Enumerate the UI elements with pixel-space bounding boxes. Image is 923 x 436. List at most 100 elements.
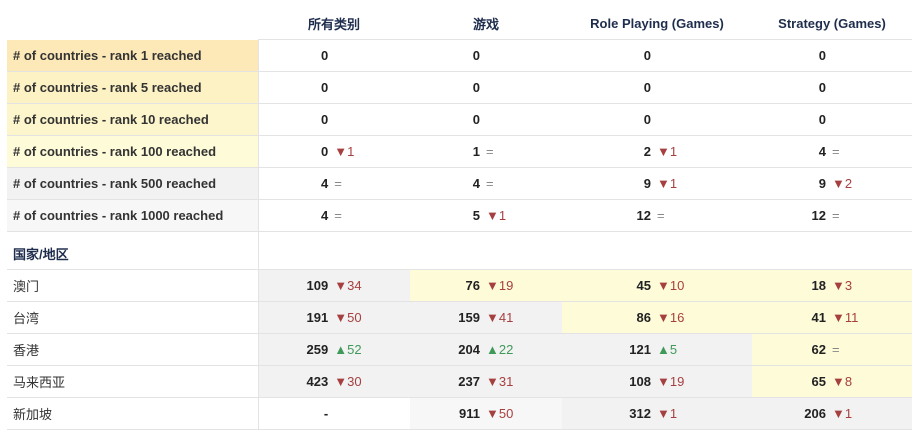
rank-value: 237 bbox=[458, 374, 480, 389]
rank-cell: 9 ▼1 bbox=[562, 167, 752, 200]
rank-cell: 2 ▼1 bbox=[562, 135, 752, 168]
summary-row-label: # of countries - rank 500 reached bbox=[7, 167, 259, 200]
rank-value: 0 bbox=[818, 80, 826, 95]
rank-value: 108 bbox=[629, 374, 651, 389]
rank-value: 12 bbox=[811, 208, 826, 223]
rank-cell: 9 ▼2 bbox=[752, 167, 912, 200]
rank-value: 0 bbox=[818, 48, 826, 63]
header-corner bbox=[7, 8, 258, 40]
rank-value: 204 bbox=[458, 342, 480, 357]
rank-value: 4 bbox=[321, 176, 329, 191]
rank-change-unchanged: = bbox=[657, 208, 665, 223]
rank-cell: 0 bbox=[258, 71, 410, 104]
column-header-games[interactable]: 游戏 bbox=[410, 8, 562, 40]
summary-row: # of countries - rank 1 reached 0 0 0 0 bbox=[7, 39, 912, 72]
rank-value: 911 bbox=[459, 406, 480, 421]
country-name[interactable]: 马来西亚 bbox=[7, 365, 259, 398]
rank-cell: 4 = bbox=[258, 199, 410, 232]
summary-row-label: # of countries - rank 1 reached bbox=[7, 39, 259, 72]
rank-change-down: ▼31 bbox=[486, 374, 514, 389]
column-header-all-categories[interactable]: 所有类别 bbox=[258, 8, 410, 40]
rank-change-down: ▼30 bbox=[334, 374, 362, 389]
rank-cell: 4 = bbox=[258, 167, 410, 200]
rank-cell: 86 ▼16 bbox=[562, 301, 752, 334]
rank-value: 0 bbox=[472, 48, 480, 63]
country-row[interactable]: 马来西亚 423 ▼30 237 ▼31 108 ▼19 65 ▼8 bbox=[7, 365, 912, 398]
rank-change-unchanged: = bbox=[486, 144, 494, 159]
summary-row: # of countries - rank 10 reached 0 0 0 0 bbox=[7, 103, 912, 136]
rank-change-down: ▼8 bbox=[832, 374, 853, 389]
rank-cell: 1 = bbox=[410, 135, 562, 168]
country-rows: 澳门 109 ▼34 76 ▼19 45 ▼10 18 ▼3 台湾 191 ▼50 159 ▼41 86 ▼1… bbox=[7, 269, 912, 430]
rank-value: 65 bbox=[811, 374, 826, 389]
rank-cell: 76 ▼19 bbox=[410, 269, 562, 302]
rank-value: 12 bbox=[636, 208, 651, 223]
section-header-row: 国家/地区 bbox=[7, 231, 912, 270]
rank-value: 159 bbox=[458, 310, 480, 325]
rank-value: 0 bbox=[321, 48, 329, 63]
rank-change-down: ▼34 bbox=[334, 278, 362, 293]
section-title-country-region: 国家/地区 bbox=[7, 231, 259, 270]
summary-row: # of countries - rank 100 reached 0 ▼1 1 = 2 ▼… bbox=[7, 135, 912, 168]
rank-cell: 0 bbox=[410, 71, 562, 104]
column-header-strategy[interactable]: Strategy (Games) bbox=[752, 8, 912, 40]
rank-change-up: ▲22 bbox=[486, 342, 514, 357]
section-header-spacer bbox=[258, 231, 912, 270]
rank-value: 45 bbox=[636, 278, 651, 293]
country-name[interactable]: 香港 bbox=[7, 333, 259, 366]
rank-value: 423 bbox=[306, 374, 329, 389]
rank-change-down: ▼3 bbox=[832, 278, 853, 293]
country-name[interactable]: 台湾 bbox=[7, 301, 259, 334]
rank-value: 0 bbox=[321, 144, 329, 159]
rank-value: 4 bbox=[472, 176, 480, 191]
rank-change-unchanged: = bbox=[832, 208, 840, 223]
rank-cell: 206 ▼1 bbox=[752, 397, 912, 430]
summary-row-label: # of countries - rank 10 reached bbox=[7, 103, 259, 136]
rank-value: 0 bbox=[818, 112, 826, 127]
column-header-role-playing[interactable]: Role Playing (Games) bbox=[562, 8, 752, 40]
ranking-table: 所有类别 游戏 Role Playing (Games) Strategy (G… bbox=[7, 8, 912, 430]
rank-value: 9 bbox=[818, 176, 826, 191]
country-row[interactable]: 台湾 191 ▼50 159 ▼41 86 ▼16 41 ▼11 bbox=[7, 301, 912, 334]
rank-change-down: ▼50 bbox=[486, 406, 514, 421]
rank-cell: 191 ▼50 bbox=[258, 301, 410, 334]
rank-cell: 5 ▼1 bbox=[410, 199, 562, 232]
rank-change-down: ▼11 bbox=[832, 310, 859, 325]
summary-row: # of countries - rank 500 reached 4 = 4 = 9 ▼1… bbox=[7, 167, 912, 200]
rank-cell: 0 bbox=[562, 103, 752, 136]
rank-value: - bbox=[323, 406, 329, 421]
country-row[interactable]: 香港 259 ▲52 204 ▲22 121 ▲5 62 = bbox=[7, 333, 912, 366]
rank-cell: 108 ▼19 bbox=[562, 365, 752, 398]
summary-row: # of countries - rank 5 reached 0 0 0 0 bbox=[7, 71, 912, 104]
rank-change-down: ▼41 bbox=[486, 310, 514, 325]
rank-change-up: ▲52 bbox=[334, 342, 362, 357]
rank-cell: 4 = bbox=[410, 167, 562, 200]
rank-cell: 159 ▼41 bbox=[410, 301, 562, 334]
section-header: 国家/地区 bbox=[7, 231, 912, 270]
rank-cell: 911 ▼50 bbox=[410, 397, 562, 430]
rank-change-unchanged: = bbox=[832, 342, 840, 357]
country-row[interactable]: 澳门 109 ▼34 76 ▼19 45 ▼10 18 ▼3 bbox=[7, 269, 912, 302]
rank-value: 0 bbox=[643, 112, 651, 127]
summary-row-label: # of countries - rank 5 reached bbox=[7, 71, 259, 104]
rank-change-unchanged: = bbox=[832, 144, 840, 159]
rank-value: 86 bbox=[636, 310, 651, 325]
rank-cell: 0 bbox=[752, 39, 912, 72]
rank-cell: 423 ▼30 bbox=[258, 365, 410, 398]
rank-change-unchanged: = bbox=[334, 208, 342, 223]
summary-row: # of countries - rank 1000 reached 4 = 5 ▼1 1… bbox=[7, 199, 912, 232]
rank-value: 0 bbox=[643, 80, 651, 95]
rank-change-unchanged: = bbox=[334, 176, 342, 191]
country-name[interactable]: 澳门 bbox=[7, 269, 259, 302]
rank-value: 0 bbox=[643, 48, 651, 63]
rank-value: 312 bbox=[629, 406, 651, 421]
rank-change-down: ▼1 bbox=[334, 144, 355, 159]
rank-value: 0 bbox=[472, 112, 480, 127]
rank-value: 4 bbox=[321, 208, 329, 223]
country-name[interactable]: 新加坡 bbox=[7, 397, 259, 430]
rank-change-down: ▼2 bbox=[832, 176, 853, 191]
rank-change-unchanged: = bbox=[486, 176, 494, 191]
country-row[interactable]: 新加坡 - 911 ▼50 312 ▼1 206 ▼1 bbox=[7, 397, 912, 430]
rank-value: 2 bbox=[643, 144, 651, 159]
rank-cell: 0 bbox=[752, 71, 912, 104]
